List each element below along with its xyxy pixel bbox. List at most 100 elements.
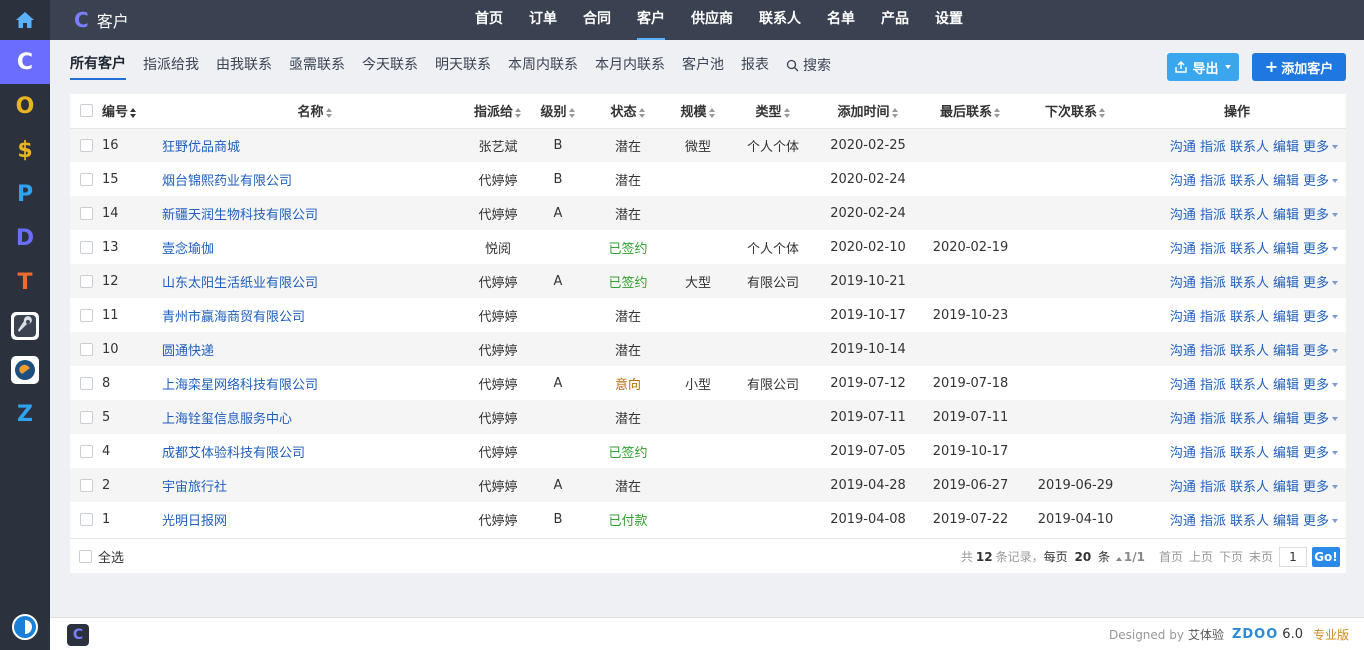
app-ops[interactable]	[0, 304, 50, 348]
action-1[interactable]: 指派	[1200, 446, 1226, 461]
action-1[interactable]: 指派	[1200, 514, 1226, 529]
action-2[interactable]: 联系人	[1230, 412, 1269, 427]
action-3[interactable]: 编辑	[1273, 514, 1299, 529]
select-all-checkbox[interactable]	[79, 550, 92, 563]
action-0[interactable]: 沟通	[1170, 514, 1196, 529]
header-level[interactable]: 级别	[528, 94, 588, 129]
customer-name-link[interactable]: 圆通快递	[162, 332, 468, 366]
first-page-link[interactable]: 首页	[1159, 548, 1183, 565]
action-3[interactable]: 编辑	[1273, 242, 1299, 257]
export-button[interactable]: 导出	[1167, 53, 1239, 81]
row-checkbox[interactable]	[79, 274, 93, 288]
action-0[interactable]: 沟通	[1170, 310, 1196, 325]
page-number-input[interactable]: 1	[1279, 546, 1307, 567]
app-crm[interactable]: C	[0, 40, 50, 84]
customer-name-link[interactable]: 壹念瑜伽	[162, 230, 468, 264]
app-xuanxuan[interactable]	[0, 348, 50, 392]
action-1[interactable]: 指派	[1200, 480, 1226, 495]
action-2[interactable]: 联系人	[1230, 446, 1269, 461]
action-2[interactable]: 联系人	[1230, 242, 1269, 257]
action-4[interactable]: 更多	[1303, 412, 1329, 427]
action-2[interactable]: 联系人	[1230, 140, 1269, 155]
nav-item-8[interactable]: 设置	[935, 0, 963, 40]
header-size[interactable]: 规模	[668, 94, 728, 129]
tab-6[interactable]: 本周内联系	[508, 50, 578, 80]
action-0[interactable]: 沟通	[1170, 208, 1196, 223]
row-select[interactable]	[70, 434, 102, 468]
row-checkbox[interactable]	[79, 376, 93, 390]
next-page-link[interactable]: 下页	[1219, 548, 1243, 565]
action-2[interactable]: 联系人	[1230, 208, 1269, 223]
action-0[interactable]: 沟通	[1170, 412, 1196, 427]
action-3[interactable]: 编辑	[1273, 310, 1299, 325]
action-1[interactable]: 指派	[1200, 174, 1226, 189]
row-select[interactable]	[70, 162, 102, 196]
header-id[interactable]: 编号	[102, 94, 162, 129]
customer-name-link[interactable]: 青州市赢海商贸有限公司	[162, 298, 468, 332]
customer-name-link[interactable]: 山东太阳生活纸业有限公司	[162, 264, 468, 298]
row-select[interactable]	[70, 366, 102, 400]
row-select[interactable]	[70, 298, 102, 332]
header-select[interactable]	[70, 94, 102, 129]
row-select[interactable]	[70, 264, 102, 298]
row-checkbox[interactable]	[79, 444, 93, 458]
row-checkbox[interactable]	[79, 172, 93, 186]
customer-name-link[interactable]: 烟台锦熙药业有限公司	[162, 162, 468, 196]
action-4[interactable]: 更多	[1303, 140, 1329, 155]
customer-name-link[interactable]: 宇宙旅行社	[162, 468, 468, 502]
select-all[interactable]: 全选	[79, 539, 124, 574]
row-checkbox[interactable]	[79, 206, 93, 220]
action-3[interactable]: 编辑	[1273, 378, 1299, 393]
action-1[interactable]: 指派	[1200, 412, 1226, 427]
row-checkbox[interactable]	[79, 308, 93, 322]
customer-name-link[interactable]: 狂野优品商城	[162, 128, 468, 162]
action-1[interactable]: 指派	[1200, 208, 1226, 223]
action-2[interactable]: 联系人	[1230, 378, 1269, 393]
tab-3[interactable]: 亟需联系	[289, 50, 345, 80]
header-last-contact[interactable]: 最后联系	[918, 94, 1023, 129]
nav-item-3[interactable]: 客户	[637, 0, 665, 40]
header-name[interactable]: 名称	[162, 94, 468, 129]
nav-item-6[interactable]: 名单	[827, 0, 855, 40]
search-toggle[interactable]: 搜索	[786, 55, 831, 75]
row-select[interactable]	[70, 502, 102, 536]
row-select[interactable]	[70, 196, 102, 230]
action-0[interactable]: 沟通	[1170, 446, 1196, 461]
app-oa[interactable]: O	[0, 84, 50, 128]
header-type[interactable]: 类型	[728, 94, 818, 129]
customer-name-link[interactable]: 上海铨玺信息服务中心	[162, 400, 468, 434]
crm-logo-icon[interactable]: C	[67, 624, 89, 646]
customer-name-link[interactable]: 光明日报网	[162, 502, 468, 536]
action-3[interactable]: 编辑	[1273, 446, 1299, 461]
header-status[interactable]: 状态	[588, 94, 668, 129]
row-checkbox[interactable]	[79, 512, 93, 526]
action-3[interactable]: 编辑	[1273, 276, 1299, 291]
action-2[interactable]: 联系人	[1230, 276, 1269, 291]
action-4[interactable]: 更多	[1303, 208, 1329, 223]
action-3[interactable]: 编辑	[1273, 140, 1299, 155]
tab-2[interactable]: 由我联系	[216, 50, 272, 80]
action-3[interactable]: 编辑	[1273, 344, 1299, 359]
customer-name-link[interactable]: 上海栾星网络科技有限公司	[162, 366, 468, 400]
action-4[interactable]: 更多	[1303, 514, 1329, 529]
action-4[interactable]: 更多	[1303, 446, 1329, 461]
tab-8[interactable]: 客户池	[682, 50, 724, 80]
user-menu-button[interactable]	[0, 614, 50, 640]
nav-item-2[interactable]: 合同	[583, 0, 611, 40]
row-checkbox[interactable]	[79, 342, 93, 356]
nav-item-0[interactable]: 首页	[475, 0, 503, 40]
action-2[interactable]: 联系人	[1230, 480, 1269, 495]
row-select[interactable]	[70, 128, 102, 162]
action-0[interactable]: 沟通	[1170, 140, 1196, 155]
action-4[interactable]: 更多	[1303, 480, 1329, 495]
tab-5[interactable]: 明天联系	[435, 50, 491, 80]
action-1[interactable]: 指派	[1200, 242, 1226, 257]
row-select[interactable]	[70, 400, 102, 434]
action-2[interactable]: 联系人	[1230, 174, 1269, 189]
row-select[interactable]	[70, 468, 102, 502]
action-1[interactable]: 指派	[1200, 310, 1226, 325]
action-4[interactable]: 更多	[1303, 174, 1329, 189]
action-0[interactable]: 沟通	[1170, 480, 1196, 495]
customer-name-link[interactable]: 新疆天润生物科技有限公司	[162, 196, 468, 230]
nav-item-4[interactable]: 供应商	[691, 0, 733, 40]
